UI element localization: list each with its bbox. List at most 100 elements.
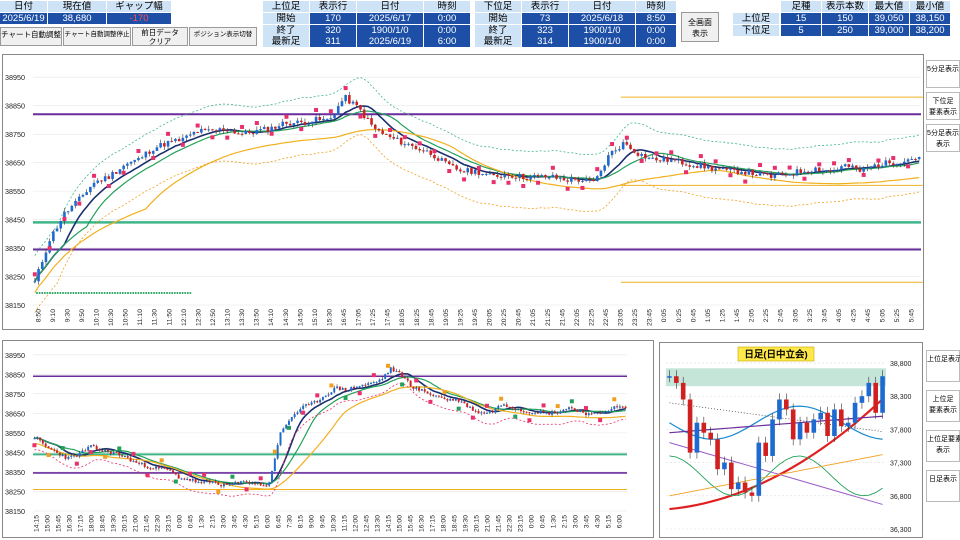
side-bottom-button-0[interactable]: 上位足表示 [926,350,960,382]
signal-marker [583,406,588,411]
x-tick-label: 20:45 [516,309,523,326]
candle-body [519,409,522,412]
candle-body [234,481,237,484]
signal-dot [145,292,148,294]
candle-body [514,177,518,179]
signal-marker [521,183,526,188]
candle-body [673,159,677,161]
candle-body [185,135,188,138]
candle-body [197,482,200,484]
candle-body [556,412,559,414]
x-tick-label: 10:30 [331,515,338,532]
x-tick-label: 4:30 [243,515,250,528]
daily-chart: 38,800 38,300 37,800 37,300 36,800 36,300 日足(日… [666,346,912,534]
x-tick-label: 12:10 [181,309,188,326]
signal-dot [98,292,101,294]
candle-body [248,482,251,484]
candle-body [78,452,81,457]
candle-body [803,171,806,174]
side-top-button-0[interactable]: 5分足表示 [926,60,960,88]
candle-body [542,410,545,413]
signal-dot [101,292,103,294]
signal-marker [117,446,122,451]
signal-marker [357,391,362,396]
candle-body [285,121,288,124]
x-tick-label: 15:10 [312,309,319,326]
side-bottom-button-2[interactable]: 上位足要素 表示 [926,430,960,462]
candle-body [87,446,90,451]
candle-body [59,221,63,229]
candle-body [36,437,39,439]
side-bottom-button-3[interactable]: 日足表示 [926,470,960,502]
signal-marker [832,161,837,166]
candle-body [70,205,74,212]
signal-marker [550,165,555,170]
signal-marker [876,158,881,163]
candle-body [773,174,777,178]
signal-marker [385,363,390,368]
x-tick-label: 14:30 [283,309,290,326]
signal-dot [75,292,77,294]
chart-auto-stop-button[interactable]: チャート自動調整停止 [63,27,131,46]
x-tick-label: 3:00 [221,515,228,528]
candle-body [410,143,414,146]
candle-body [58,452,61,456]
candle-body [403,377,406,379]
candle-body [177,474,180,479]
candle-body [473,169,477,174]
candle-body [621,142,625,150]
candle-body [507,174,510,176]
signal-marker [62,216,67,221]
x-tick-label: 3:45 [821,309,828,322]
candle-body [367,383,370,385]
x-tick-label: 14:50 [297,309,304,326]
x-tick-label: 2:25 [763,309,770,322]
signal-marker [802,176,807,181]
side-bottom-button-1[interactable]: 上位足 要素表示 [926,390,960,422]
candle-body [459,169,462,172]
candle-body [425,150,429,152]
candle-body [265,485,268,487]
candle-body [788,174,791,176]
signal-marker [555,404,560,409]
candle-body [821,170,825,172]
candle-body [73,455,76,457]
candle-body [292,123,296,126]
candle-body [681,159,684,165]
candle-body [324,395,327,397]
candle-body [285,424,288,429]
candle-body [67,456,70,459]
signal-marker [373,133,378,138]
candle-body [415,387,418,389]
side-top-button-1[interactable]: 下位足 要素表示 [926,92,960,120]
signal-marker [513,414,518,419]
candle-body [736,169,740,175]
candle-body [692,166,695,168]
candle-body [743,171,747,175]
candle-body [769,174,773,178]
candle-body [688,165,692,167]
x-tick-label: 2:45 [778,309,785,322]
prev-data-clear-button[interactable]: 前日データ クリア [132,27,188,46]
right-min-1: 38,200 [910,25,950,36]
candle-body [437,395,440,397]
side-top-button-2[interactable]: 5分足表示 表示 [926,124,960,152]
candle-body [466,168,470,173]
candle-body [832,409,837,437]
candle-body [259,482,262,486]
x-tick-label: 17:15 [78,515,85,532]
lower-chart-panel: 38950 38850 38750 38650 38550 38450 38350 38250… [2,340,654,538]
candle-body [814,167,817,172]
position-toggle-button[interactable]: ポジション表示切替 [189,27,257,46]
candle-body [266,127,270,132]
candle-body [64,455,67,459]
candle-body [548,412,551,415]
candle-body [851,165,854,168]
candle-body [398,370,401,373]
candle-body [188,134,192,136]
x-tick-label: 21:45 [496,515,503,532]
fullscreen-button[interactable]: 全画面 表示 [681,12,719,42]
signal-dot [189,292,192,294]
chart-auto-adjust-button[interactable]: チャート自動調整 [0,27,62,46]
candle-body [239,481,242,484]
